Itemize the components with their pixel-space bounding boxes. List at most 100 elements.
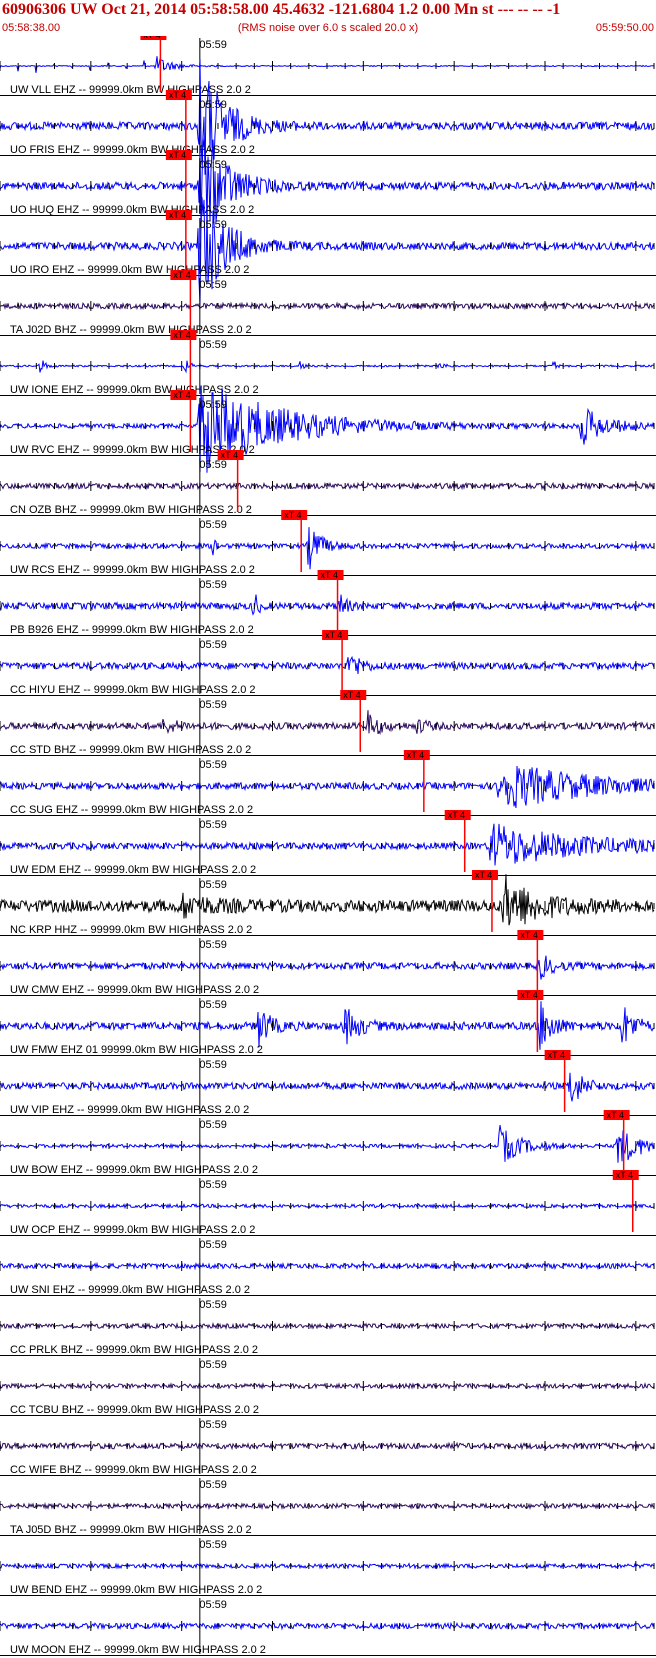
waveform [0,59,655,175]
time-marker-label: 05:59 [199,399,227,411]
time-marker-label: 05:59 [199,579,227,591]
station-label: UW EDM EHZ -- 99999.0km BW HIGHPASS 2.0 … [10,864,256,876]
station-label: TA J05D BHZ -- 99999.0km BW HIGHPASS 2.0… [10,1524,252,1536]
pick-label: xT 4 [616,1170,633,1180]
waveform [0,874,655,926]
time-marker-label: 05:59 [199,879,227,891]
trace-row: 05:59 UW CMW EHZ -- 99999.0km BW HIGHPASS… [0,930,656,996]
trace-row: 05:59 CC PRLK BHZ -- 99999.0km BW HIGHPAS… [0,1298,656,1356]
trace-row: 05:59 UW RCS EHZ -- 99999.0km BW HIGHPASS… [0,510,656,576]
pick-label: xT 4 [520,930,537,940]
time-marker-label: 05:59 [199,1059,227,1071]
station-label: UO IRO EHZ -- 99999.0km BW HIGHPASS 2.0 … [10,264,249,276]
trace-row: 05:59 NC KRP HHZ -- 99999.0km BW HIGHPASS… [0,870,656,936]
station-label: UO FRIS EHZ -- 99999.0km BW HIGHPASS 2.0… [10,144,255,156]
trace-row: 05:59 UW VIP EHZ -- 99999.0km BW HIGHPASS… [0,1050,656,1116]
trace-row: 05:59 UW OCP EHZ -- 99999.0km BW HIGHPASS… [0,1170,656,1236]
station-label: UW BEND EHZ -- 99999.0km BW HIGHPASS 2.0… [10,1584,262,1596]
station-label: UW VLL EHZ -- 99999.0km BW HIGHPASS 2.0 … [10,84,251,96]
waveform [0,710,655,736]
pick-label: xT 4 [173,390,190,400]
time-marker-label: 05:59 [199,639,227,651]
event-title: 60906306 UW Oct 21, 2014 05:58:58.00 45.… [2,1,561,18]
pick-label: xT 4 [143,36,160,40]
pick-label: xT 4 [343,690,360,700]
time-marker-label: 05:59 [199,1539,227,1551]
station-label: UO HUQ EHZ -- 99999.0km BW HIGHPASS 2.0 … [10,204,254,216]
pick-label: xT 4 [173,270,190,280]
station-label: NC KRP HHZ -- 99999.0km BW HIGHPASS 2.0 … [10,924,252,936]
station-label: CC STD BHZ -- 99999.0km BW HIGHPASS 2.0 … [10,744,251,756]
station-label: CC TCBU BHZ -- 99999.0km BW HIGHPASS 2.0… [10,1404,259,1416]
pick-label: xT 4 [448,810,465,820]
pick-label: xT 4 [169,150,186,160]
trace-row: 05:59 CC TCBU BHZ -- 99999.0km BW HIGHPAS… [0,1358,656,1416]
trace-row: 05:59 CC SUG EHZ -- 99999.0km BW HIGHPASS… [0,750,656,816]
end-time-label: 05:59:50.00 [595,22,654,34]
trace-row: 05:59 UW VLL EHZ -- 99999.0km BW HIGHPASS… [0,36,656,96]
station-label: UW OCP EHZ -- 99999.0km BW HIGHPASS 2.0 … [10,1224,255,1236]
pick-label: xT 4 [169,90,186,100]
station-label: CC SUG EHZ -- 99999.0km BW HIGHPASS 2.0 … [10,804,253,816]
time-marker-label: 05:59 [199,1599,227,1611]
trace-row: 05:59 UW FMW EHZ 01 99999.0km BW HIGHPASS… [0,990,656,1056]
trace-row: 05:59 PB B926 EHZ -- 99999.0km BW HIGHPAS… [0,570,656,636]
station-label: TA J02D BHZ -- 99999.0km BW HIGHPASS 2.0… [10,324,252,336]
pick-label: xT 4 [221,450,238,460]
station-label: UW FMW EHZ 01 99999.0km BW HIGHPASS 2.0 … [10,1044,263,1056]
trace-row: 05:59 CC WIFE BHZ -- 99999.0km BW HIGHPAS… [0,1418,656,1476]
station-label: CC PRLK BHZ -- 99999.0km BW HIGHPASS 2.0… [10,1344,258,1356]
pick-label: xT 4 [407,750,424,760]
station-label: CC WIFE BHZ -- 99999.0km BW HIGHPASS 2.0… [10,1464,257,1476]
trace-row: 05:59 UW BOW EHZ -- 99999.0km BW HIGHPASS… [0,1110,656,1176]
time-marker-label: 05:59 [199,819,227,831]
time-marker-label: 05:59 [199,1479,227,1491]
trace-row: 05:59 UW EDM EHZ -- 99999.0km BW HIGHPASS… [0,810,656,876]
station-label: UW VIP EHZ -- 99999.0km BW HIGHPASS 2.0 … [10,1104,249,1116]
station-label: UW MOON EHZ -- 99999.0km BW HIGHPASS 2.0… [10,1644,266,1656]
trace-row: 05:59 CC STD BHZ -- 99999.0km BW HIGHPASS… [0,690,656,756]
time-marker-label: 05:59 [199,1119,227,1131]
trace-row: 05:59 CC HIYU EHZ -- 99999.0km BW HIGHPAS… [0,630,656,696]
time-marker-label: 05:59 [199,1359,227,1371]
station-label: UW CMW EHZ -- 99999.0km BW HIGHPASS 2.0 … [10,984,259,996]
time-marker-label: 05:59 [199,39,227,51]
time-marker-label: 05:59 [199,939,227,951]
time-marker-label: 05:59 [199,279,227,291]
trace-row: 05:59 TA J02D BHZ -- 99999.0km BW HIGHPAS… [0,270,656,336]
trace-row: 05:59 UW IONE EHZ -- 99999.0km BW HIGHPAS… [0,330,656,396]
waveform [0,385,655,473]
time-marker-label: 05:59 [199,999,227,1011]
station-label: UW BOW EHZ -- 99999.0km BW HIGHPASS 2.0 … [10,1164,258,1176]
time-marker-label: 05:59 [199,699,227,711]
seismogram-plot: 05:59 UW VLL EHZ -- 99999.0km BW HIGHPASS… [0,36,656,1656]
station-label: PB B926 EHZ -- 99999.0km BW HIGHPASS 2.0… [10,624,254,636]
station-label: UW RCS EHZ -- 99999.0km BW HIGHPASS 2.0 … [10,564,255,576]
trace-row: 05:59 UO FRIS EHZ -- 99999.0km BW HIGHPAS… [0,59,656,175]
trace-row: 05:59 UW MOON EHZ -- 99999.0km BW HIGHPAS… [0,1598,656,1656]
pick-label: xT 4 [325,630,342,640]
trace-row: 05:59 TA J05D BHZ -- 99999.0km BW HIGHPAS… [0,1478,656,1536]
pick-label: xT 4 [607,1110,624,1120]
pick-label: xT 4 [284,510,301,520]
time-marker-label: 05:59 [199,339,227,351]
pick-label: xT 4 [173,330,190,340]
trace-row: 05:59 UW BEND EHZ -- 99999.0km BW HIGHPAS… [0,1538,656,1596]
trace-row: 05:59 CN OZB BHZ -- 99999.0km BW HIGHPASS… [0,450,656,516]
pick-label: xT 4 [475,870,492,880]
time-marker-label: 05:59 [199,219,227,231]
station-label: UW IONE EHZ -- 99999.0km BW HIGHPASS 2.0… [10,384,259,396]
time-marker-label: 05:59 [199,1239,227,1251]
noise-note-label: (RMS noise over 6.0 s scaled 20.0 x) [237,22,419,34]
pick-label: xT 4 [321,570,338,580]
time-marker-label: 05:59 [199,1299,227,1311]
time-marker-label: 05:59 [199,99,227,111]
trace-row: 05:59UW RVC EHZ -- 99999.0km BW HIGHPASS… [0,385,656,473]
time-marker-label: 05:59 [199,159,227,171]
station-label: CN OZB BHZ -- 99999.0km BW HIGHPASS 2.0 … [10,504,252,516]
time-marker-label: 05:59 [199,519,227,531]
time-marker-label: 05:59 [199,1179,227,1191]
time-marker-label: 05:59 [199,1419,227,1431]
pick-label: xT 4 [548,1050,565,1060]
time-marker-label: 05:59 [199,759,227,771]
